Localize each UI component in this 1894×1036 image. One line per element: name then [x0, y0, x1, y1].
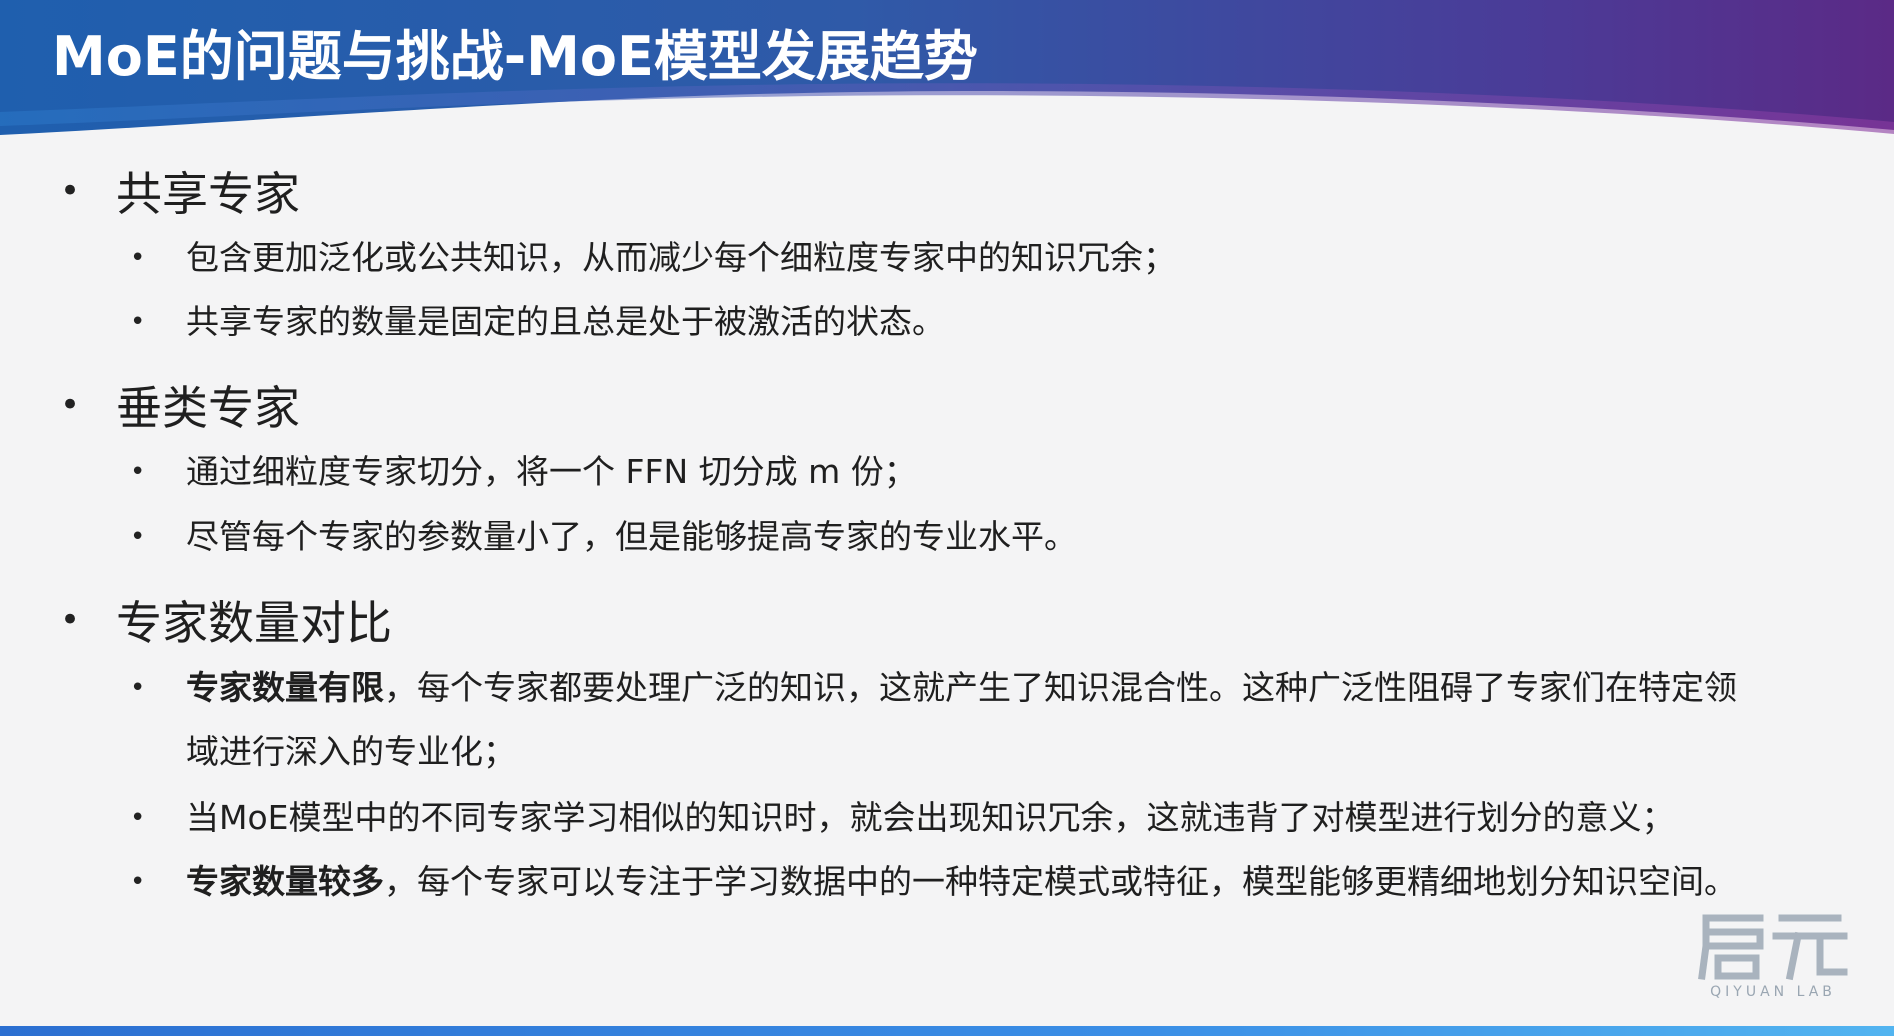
list-item-text: 当MoE模型中的不同专家学习相似的知识时，就会出现知识冗余，这就违背了对模型进行…: [186, 786, 1746, 850]
list-item-text: 专家数量有限，每个专家都要处理广泛的知识，这就产生了知识混合性。这种广泛性阻碍了…: [186, 656, 1746, 784]
list-item-body: 通过细粒度专家切分，将一个 FFN 切分成 m 份；: [186, 452, 917, 491]
bullet-icon: •: [130, 307, 146, 337]
list-item-text: 包含更加泛化或公共知识，从而减少每个细粒度专家中的知识冗余；: [186, 226, 1746, 290]
logo-subtitle: QIYUAN LAB: [1710, 984, 1836, 1000]
list-item: • 通过细粒度专家切分，将一个 FFN 切分成 m 份；: [130, 440, 1790, 504]
section-heading-expert-count: • 专家数量对比: [60, 587, 392, 653]
list-item-body: 当MoE模型中的不同专家学习相似的知识时，就会出现知识冗余，这就违背了对模型进行…: [186, 798, 1675, 837]
list-item: • 尽管每个专家的参数量小了，但是能够提高专家的专业水平。: [130, 505, 1790, 569]
list-item-text: 共享专家的数量是固定的且总是处于被激活的状态。: [186, 290, 1746, 354]
list-item: • 当MoE模型中的不同专家学习相似的知识时，就会出现知识冗余，这就违背了对模型…: [130, 786, 1790, 850]
qiyuan-logo-icon: [1698, 914, 1848, 981]
bullet-icon: •: [130, 243, 146, 273]
list-item: • 包含更加泛化或公共知识，从而减少每个细粒度专家中的知识冗余；: [130, 226, 1790, 290]
bullet-icon: •: [130, 803, 146, 833]
bullet-icon: •: [60, 385, 81, 425]
section-heading-vertical-experts: • 垂类专家: [60, 372, 300, 438]
list-item-body: 尽管每个专家的参数量小了，但是能够提高专家的专业水平。: [186, 517, 1077, 556]
bullet-icon: •: [130, 522, 146, 552]
qiyuan-logo: QIYUAN LAB: [1698, 906, 1848, 1002]
list-item-body: ，每个专家可以专注于学习数据中的一种特定模式或特征，模型能够更精细地划分知识空间…: [384, 862, 1737, 901]
list-item-bold: 专家数量较多: [186, 862, 384, 901]
list-item: • 专家数量较多，每个专家可以专注于学习数据中的一种特定模式或特征，模型能够更精…: [130, 850, 1790, 914]
list-item-body: ，每个专家都要处理广泛的知识，这就产生了知识混合性。这种广泛性阻碍了专家们在特定…: [186, 668, 1737, 771]
list-item-text: 通过细粒度专家切分，将一个 FFN 切分成 m 份；: [186, 440, 1746, 504]
list-item-body: 包含更加泛化或公共知识，从而减少每个细粒度专家中的知识冗余；: [186, 238, 1176, 277]
bullet-icon: •: [130, 457, 146, 487]
content-area: • 共享专家 • 包含更加泛化或公共知识，从而减少每个细粒度专家中的知识冗余； …: [0, 0, 1894, 1036]
list-item: • 共享专家的数量是固定的且总是处于被激活的状态。: [130, 290, 1790, 354]
section-heading-shared-experts: • 共享专家: [60, 158, 300, 224]
slide: MoE的问题与挑战-MoE模型发展趋势 • 共享专家 • 包含更加泛化或公共知识…: [0, 0, 1894, 1036]
bullet-icon: •: [130, 867, 146, 897]
bottom-bar: [0, 1026, 1894, 1036]
bullet-icon: •: [60, 600, 81, 640]
section-heading-label: 专家数量对比: [116, 596, 392, 650]
list-item: • 专家数量有限，每个专家都要处理广泛的知识，这就产生了知识混合性。这种广泛性阻…: [130, 656, 1790, 784]
list-item-body: 共享专家的数量是固定的且总是处于被激活的状态。: [186, 302, 945, 341]
list-item-bold: 专家数量有限: [186, 668, 384, 707]
bullet-icon: •: [60, 171, 81, 211]
list-item-text: 专家数量较多，每个专家可以专注于学习数据中的一种特定模式或特征，模型能够更精细地…: [186, 850, 1746, 914]
section-heading-label: 垂类专家: [116, 381, 300, 435]
section-heading-label: 共享专家: [116, 167, 300, 221]
bullet-icon: •: [130, 673, 146, 703]
list-item-text: 尽管每个专家的参数量小了，但是能够提高专家的专业水平。: [186, 505, 1746, 569]
